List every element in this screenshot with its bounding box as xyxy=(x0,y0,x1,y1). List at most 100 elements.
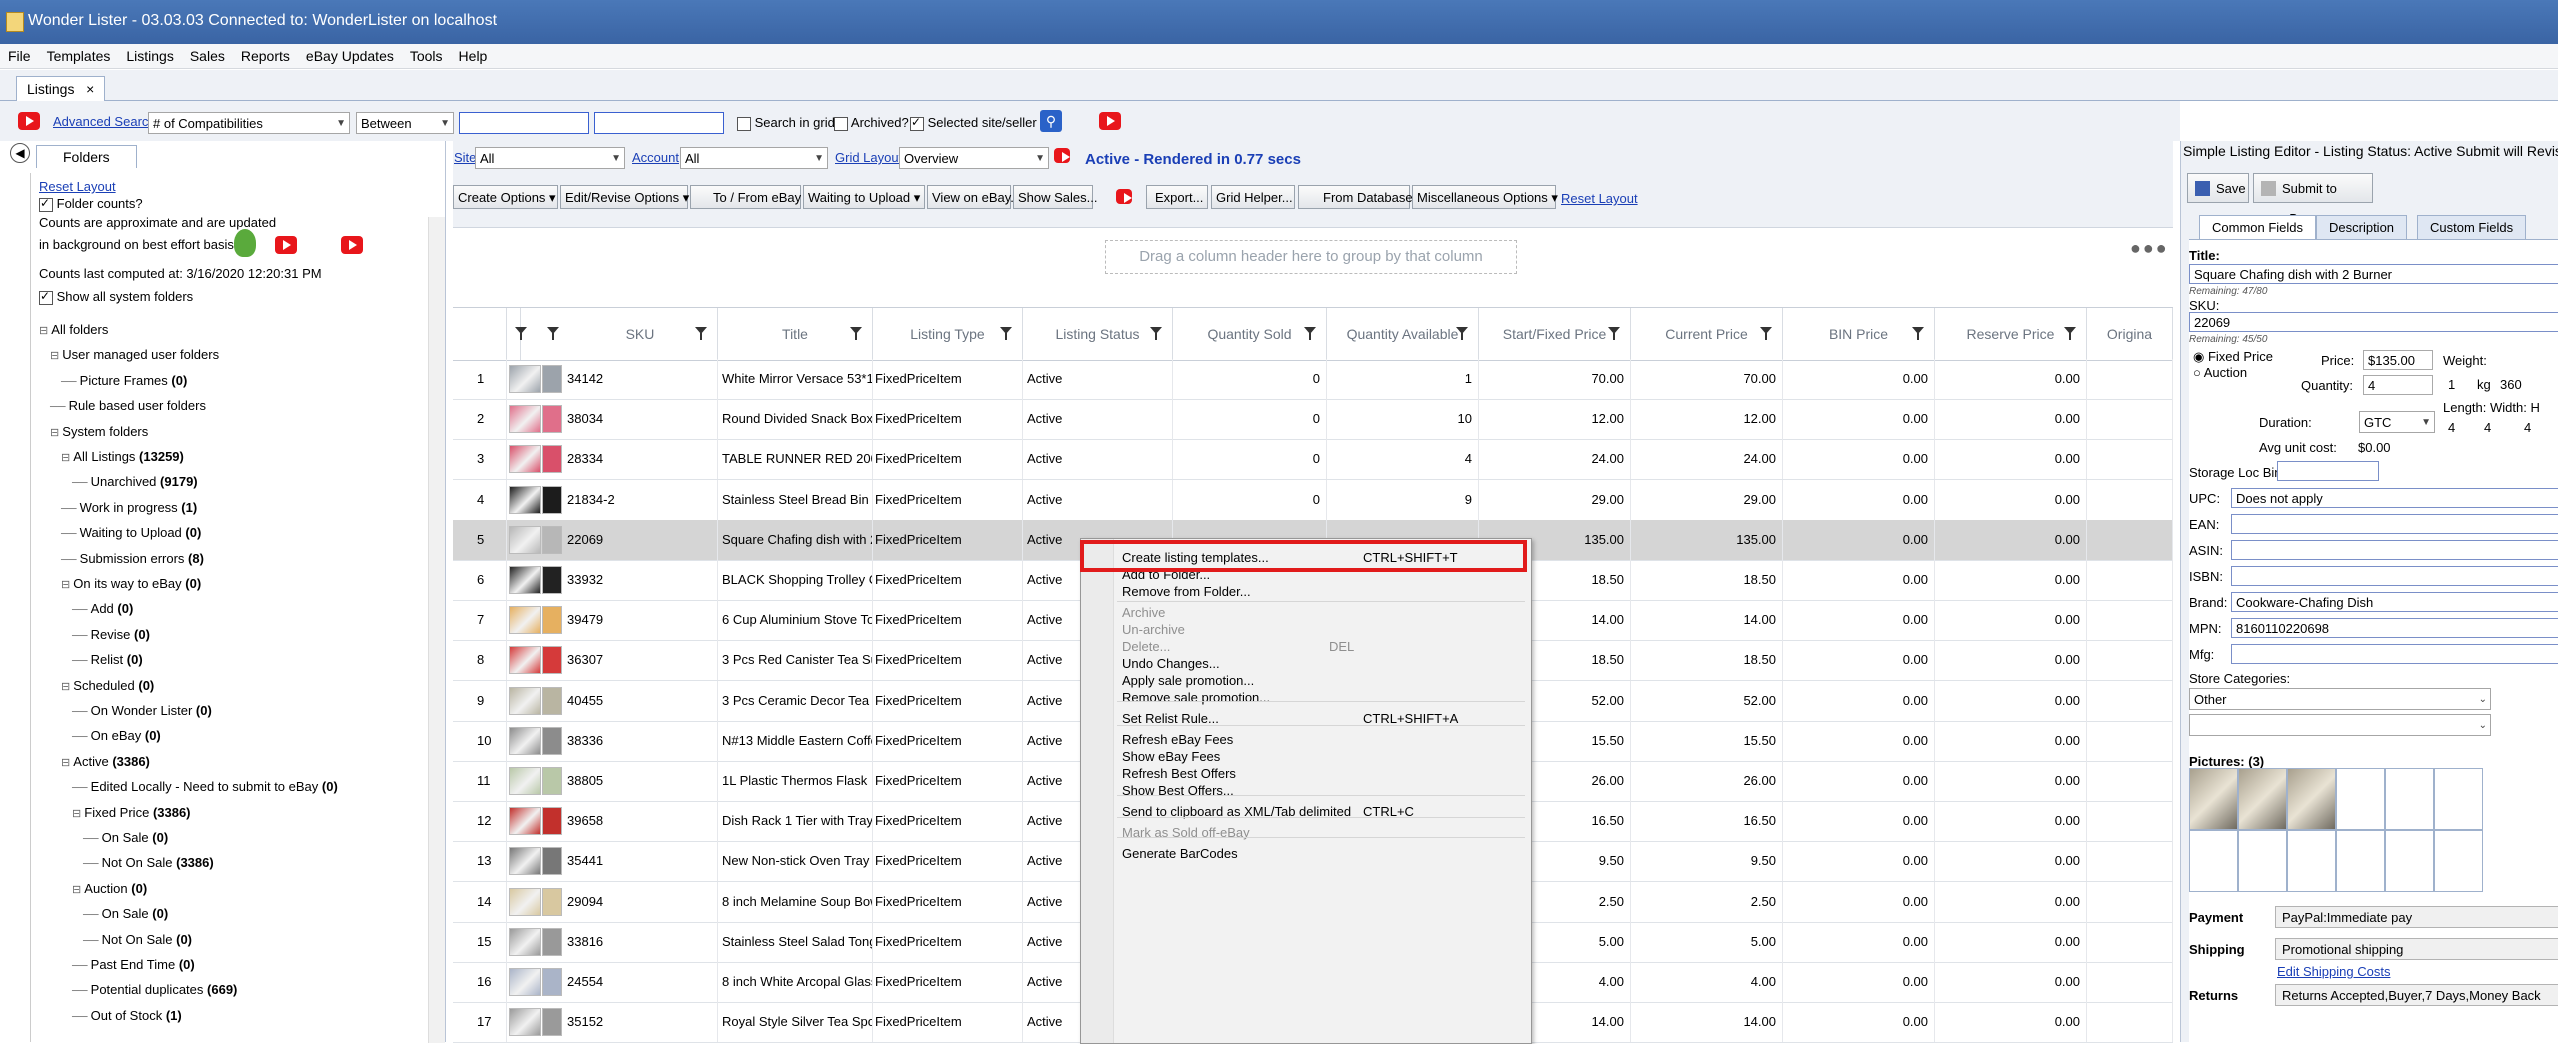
menu-item[interactable]: Remove sale promotion... xyxy=(1122,690,1522,705)
weight-input-2[interactable]: 360 xyxy=(2495,374,2535,394)
collapse-icon[interactable]: ⊟ xyxy=(61,681,73,693)
filter-icon[interactable] xyxy=(1304,327,1316,340)
asin-input[interactable] xyxy=(2231,540,2558,560)
picture-thumbnail[interactable] xyxy=(2287,768,2336,830)
view-on-ebay-button[interactable]: View on eBay... xyxy=(927,185,1021,209)
menu-templates[interactable]: Templates xyxy=(39,44,119,64)
shipping-policy[interactable]: Promotional shipping xyxy=(2275,938,2558,960)
tree-item[interactable]: ── Revise (0) xyxy=(72,627,150,642)
menu-item[interactable]: Remove from Folder... xyxy=(1122,584,1522,599)
tab-listings[interactable]: Listings × xyxy=(16,76,106,101)
picture-thumbnail[interactable] xyxy=(2189,768,2238,830)
item-thumbnail[interactable] xyxy=(509,927,541,956)
video-help-icon[interactable] xyxy=(1054,148,1070,163)
selected-site-option[interactable]: Selected site/seller xyxy=(910,115,1037,131)
tree-item[interactable]: ⊟ Fixed Price (3386) xyxy=(72,805,191,820)
table-row[interactable]: 1 34142 White Mirror Versace 53*11 FixedPri… xyxy=(453,359,2173,400)
filter-icon[interactable] xyxy=(547,327,559,340)
tree-item[interactable]: ── On Sale (0) xyxy=(83,830,168,845)
reset-layout-link[interactable]: Reset Layout xyxy=(1561,191,1638,206)
store-category-select[interactable]: Other ⌄ xyxy=(2189,688,2491,710)
tree-item[interactable]: ⊟ All Listings (13259) xyxy=(61,449,184,464)
returns-policy[interactable]: Returns Accepted,Buyer,7 Days,Money Back xyxy=(2275,984,2558,1006)
storage-loc-input[interactable] xyxy=(2277,461,2379,481)
filter-icon[interactable] xyxy=(1912,327,1924,340)
column-header-0[interactable]: SKU xyxy=(563,308,718,360)
row-number-header[interactable] xyxy=(453,308,507,360)
tree-item[interactable]: ── Unarchived (9179) xyxy=(72,474,198,489)
checkbox-checked[interactable] xyxy=(39,196,53,212)
brand-input[interactable]: Cookware-Chafing Dish xyxy=(2231,592,2558,612)
item-thumbnail[interactable] xyxy=(509,405,541,434)
column-header-2[interactable]: Listing Type xyxy=(873,308,1023,360)
table-row[interactable]: 3 28334TABLE RUNNER RED 200*32FixedPriceI… xyxy=(453,439,2173,481)
checkbox-checked[interactable] xyxy=(39,289,53,305)
collapse-icon[interactable]: ⊟ xyxy=(72,808,84,820)
column-header-7[interactable]: Current Price xyxy=(1631,308,1783,360)
picture-slot[interactable] xyxy=(2238,830,2287,892)
tree-item[interactable]: ── Add (0) xyxy=(72,601,133,616)
mfg-input[interactable] xyxy=(2231,644,2558,664)
menu-item[interactable]: Generate BarCodes xyxy=(1122,846,1522,861)
filter-icon[interactable] xyxy=(1456,327,1468,340)
item-thumbnail[interactable] xyxy=(542,445,562,474)
filter-icon[interactable] xyxy=(2064,327,2076,340)
tree-item[interactable]: ── Not On Sale (3386) xyxy=(83,855,214,870)
ean-input[interactable] xyxy=(2231,514,2558,534)
sku-input[interactable]: 22069 xyxy=(2189,312,2558,332)
item-thumbnail[interactable] xyxy=(509,726,541,755)
duration-select[interactable]: GTC ▼ xyxy=(2359,411,2435,433)
close-icon[interactable]: × xyxy=(86,81,94,97)
title-input[interactable]: Square Chafing dish with 2 Burner xyxy=(2189,264,2558,284)
item-thumbnail[interactable] xyxy=(509,1008,541,1037)
item-thumbnail[interactable] xyxy=(509,485,541,514)
tab-folders[interactable]: Folders xyxy=(36,145,137,168)
table-row[interactable]: 2 38034 Round Divided Snack Box w FixedPric… xyxy=(453,399,2173,441)
item-thumbnail[interactable] xyxy=(542,686,562,715)
tree-item[interactable]: ── Submission errors (8) xyxy=(61,551,204,566)
video-help-icon[interactable] xyxy=(1115,189,1132,204)
picture-slot[interactable] xyxy=(2189,830,2238,892)
video-help-icon[interactable] xyxy=(1098,112,1121,130)
collapse-icon[interactable]: ⊟ xyxy=(72,884,84,896)
mpn-input[interactable]: 8160110220698 xyxy=(2231,618,2558,638)
submit-to-ebay-button[interactable]: Submit to eBay xyxy=(2253,173,2373,226)
checkbox-checked[interactable] xyxy=(910,115,924,131)
filter-icon[interactable] xyxy=(850,327,862,340)
show-all-system-folders-option[interactable]: Show all system folders xyxy=(39,289,193,305)
tree-item[interactable]: ⊟ Active (3386) xyxy=(61,754,150,769)
menu-item[interactable]: Refresh eBay Fees xyxy=(1122,732,1522,747)
item-thumbnail[interactable] xyxy=(542,485,562,514)
item-thumbnail[interactable] xyxy=(509,566,541,594)
picture-slot[interactable] xyxy=(2287,830,2336,892)
archived-option[interactable]: Archived? xyxy=(834,115,909,131)
tree-item[interactable]: ── Waiting to Upload (0) xyxy=(61,525,201,540)
account-select[interactable]: All ▼ xyxy=(680,147,828,169)
upc-input[interactable]: Does not apply xyxy=(2231,488,2558,508)
quantity-input[interactable]: 4 xyxy=(2363,375,2433,395)
item-thumbnail[interactable] xyxy=(509,767,541,795)
video-help-icon[interactable] xyxy=(275,236,297,254)
search-from-input[interactable] xyxy=(459,112,589,134)
item-thumbnail[interactable] xyxy=(542,887,562,916)
item-thumbnail[interactable] xyxy=(509,445,541,474)
picture-slot[interactable] xyxy=(2336,768,2385,830)
filter-icon[interactable] xyxy=(695,327,707,340)
tree-item[interactable]: ⊟ Auction (0) xyxy=(72,881,147,896)
item-thumbnail[interactable] xyxy=(509,887,541,916)
isbn-input[interactable] xyxy=(2231,566,2558,586)
column-header-1[interactable]: Title xyxy=(718,308,873,360)
miscellaneous-options-button[interactable]: Miscellaneous Options ▾ xyxy=(1412,185,1558,209)
tree-item[interactable]: ── Not On Sale (0) xyxy=(83,932,192,947)
collapse-icon[interactable]: ⊟ xyxy=(61,579,73,591)
collapse-panel-icon[interactable]: ◀ xyxy=(10,143,30,163)
column-header-8[interactable]: BIN Price xyxy=(1783,308,1935,360)
picture-thumbnail[interactable] xyxy=(2238,768,2287,830)
picture-slot[interactable] xyxy=(2385,830,2434,892)
auction-radio[interactable]: ○ Auction xyxy=(2193,365,2247,380)
weight-input[interactable]: 1 xyxy=(2443,374,2473,394)
edit-revise-options-button[interactable]: Edit/Revise Options ▾ xyxy=(560,185,689,209)
menu-ebay-updates[interactable]: eBay Updates xyxy=(298,44,402,64)
item-thumbnail[interactable] xyxy=(509,365,541,393)
video-help-icon[interactable] xyxy=(18,112,40,130)
